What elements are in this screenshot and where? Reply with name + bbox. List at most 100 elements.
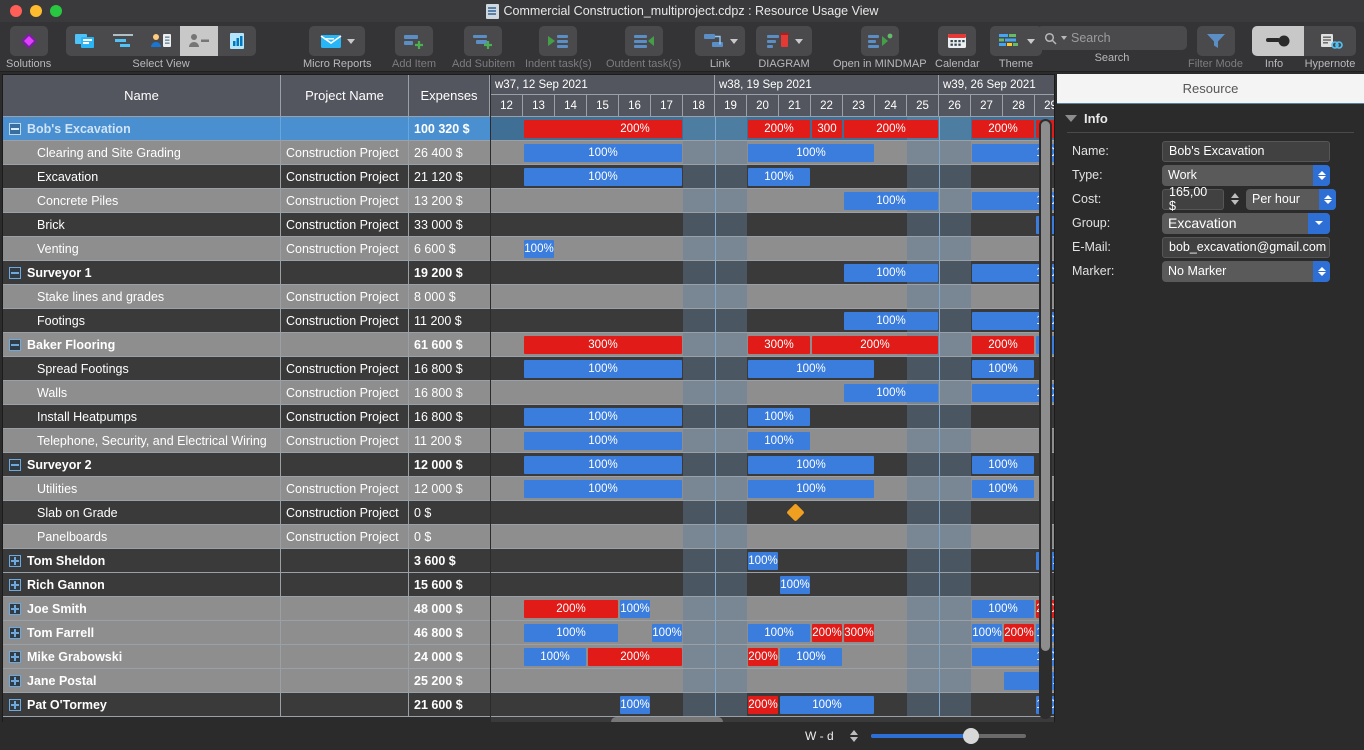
allocation-bar[interactable]: 100% xyxy=(524,624,618,642)
table-row[interactable]: Slab on GradeConstruction Project0 $ xyxy=(3,501,490,525)
table-row[interactable]: Concrete PilesConstruction Project13 200… xyxy=(3,189,490,213)
allocation-bar[interactable]: 100% xyxy=(972,480,1034,498)
indent-tasks-button[interactable] xyxy=(539,26,577,56)
milestone-marker[interactable] xyxy=(786,503,804,521)
expand-icon[interactable] xyxy=(9,603,21,615)
expand-icon[interactable] xyxy=(9,651,21,663)
type-select[interactable]: Work xyxy=(1162,165,1330,186)
timeline-row[interactable]: 100%100% xyxy=(491,549,1054,573)
timeline-row[interactable]: 100% xyxy=(491,237,1054,261)
allocation-bar[interactable]: 100% xyxy=(844,192,938,210)
search-scope-chevron-icon[interactable] xyxy=(1061,36,1067,40)
window-controls[interactable] xyxy=(0,5,62,17)
view-report-button[interactable] xyxy=(218,26,256,56)
timeline-row[interactable]: 200%100%100%200%100%200% xyxy=(491,597,1054,621)
email-field[interactable]: bob_excavation@gmail.com xyxy=(1162,237,1330,258)
marker-select-stepper-icon[interactable] xyxy=(1313,261,1330,282)
table-row[interactable]: Baker Flooring61 600 $ xyxy=(3,333,490,357)
table-row[interactable]: WallsConstruction Project16 800 $ xyxy=(3,381,490,405)
disclosure-triangle-icon[interactable] xyxy=(1065,115,1077,122)
allocation-bar[interactable]: 200% xyxy=(1004,624,1034,642)
zoom-slider[interactable] xyxy=(871,734,1026,738)
timeline-row[interactable]: 100%200%200%100%100% xyxy=(491,645,1054,669)
timeline-row[interactable]: 100% xyxy=(491,213,1054,237)
timeline-row[interactable]: 100%100% xyxy=(491,381,1054,405)
timeline-row[interactable]: 100%100% xyxy=(491,429,1054,453)
timeline-row[interactable]: 100%100% xyxy=(491,309,1054,333)
inspector-section-info[interactable]: Info xyxy=(1057,104,1364,129)
allocation-bar[interactable]: 100% xyxy=(524,360,682,378)
allocation-bar[interactable]: 100% xyxy=(524,408,682,426)
allocation-bar[interactable]: 100% xyxy=(780,648,842,666)
timeline-row[interactable] xyxy=(491,285,1054,309)
table-row[interactable]: Bob's Excavation100 320 $ xyxy=(3,117,490,141)
allocation-bar[interactable]: 100% xyxy=(524,144,682,162)
table-row[interactable]: Clearing and Site GradingConstruction Pr… xyxy=(3,141,490,165)
timeline-row[interactable] xyxy=(491,525,1054,549)
allocation-bar[interactable]: 100% xyxy=(748,168,810,186)
allocation-bar[interactable]: 100% xyxy=(748,456,874,474)
diagram-button[interactable] xyxy=(756,26,812,56)
cost-stepper-icon[interactable] xyxy=(1228,189,1241,210)
table-row[interactable]: Stake lines and gradesConstruction Proje… xyxy=(3,285,490,309)
allocation-bar[interactable]: 200% xyxy=(588,648,682,666)
table-row[interactable]: Jane Postal25 200 $ xyxy=(3,669,490,693)
allocation-bar[interactable]: 100% xyxy=(620,600,650,618)
view-overview-button[interactable] xyxy=(66,26,104,56)
allocation-bar[interactable]: 100% xyxy=(972,600,1034,618)
collapse-icon[interactable] xyxy=(9,267,21,279)
minimize-window-button[interactable] xyxy=(30,5,42,17)
view-resource-usage-button[interactable] xyxy=(180,26,218,56)
hypernote-button[interactable] xyxy=(1304,26,1356,56)
allocation-bar[interactable]: 100% xyxy=(844,312,938,330)
allocation-bar[interactable]: 200% xyxy=(972,120,1034,138)
allocation-bar[interactable]: 100% xyxy=(524,456,682,474)
timeline-row[interactable]: 100% xyxy=(491,573,1054,597)
table-row[interactable]: Surveyor 119 200 $ xyxy=(3,261,490,285)
allocation-bar[interactable]: 100% xyxy=(620,696,650,714)
allocation-bar[interactable]: 200% xyxy=(524,600,618,618)
allocation-bar[interactable]: 200% xyxy=(588,120,682,138)
open-in-mindmap-button[interactable] xyxy=(861,26,899,56)
micro-reports-button[interactable] xyxy=(309,26,365,56)
filter-mode-button[interactable] xyxy=(1197,26,1235,56)
table-row[interactable]: Joe Smith48 000 $ xyxy=(3,597,490,621)
allocation-bar[interactable]: 100% xyxy=(844,264,938,282)
table-row[interactable]: UtilitiesConstruction Project12 000 $ xyxy=(3,477,490,501)
add-item-button[interactable] xyxy=(395,26,433,56)
allocation-bar[interactable]: 100% xyxy=(652,624,682,642)
allocation-bar[interactable]: 100% xyxy=(524,168,682,186)
table-row[interactable]: Spread FootingsConstruction Project16 80… xyxy=(3,357,490,381)
timeline-row[interactable]: 100%100%100% xyxy=(491,453,1054,477)
view-gantt-button[interactable] xyxy=(104,26,142,56)
table-row[interactable]: Tom Farrell46 800 $ xyxy=(3,621,490,645)
allocation-bar[interactable]: 100% xyxy=(748,408,810,426)
table-row[interactable]: FootingsConstruction Project11 200 $ xyxy=(3,309,490,333)
allocation-bar[interactable]: 100% xyxy=(524,432,682,450)
solutions-button[interactable] xyxy=(10,26,48,56)
collapse-icon[interactable] xyxy=(9,459,21,471)
column-header-name[interactable]: Name xyxy=(3,75,281,117)
column-header-expenses[interactable]: Expenses xyxy=(409,75,490,117)
timeline-row[interactable]: 100%100%100% xyxy=(491,477,1054,501)
search-input[interactable]: Search xyxy=(1037,26,1187,50)
table-row[interactable]: PanelboardsConstruction Project0 $ xyxy=(3,525,490,549)
timeline-row[interactable]: 100%100%100% xyxy=(491,357,1054,381)
table-row[interactable]: ExcavationConstruction Project21 120 $ xyxy=(3,165,490,189)
timeline-row[interactable]: 100%100% xyxy=(491,261,1054,285)
allocation-bar[interactable]: 300% xyxy=(524,336,682,354)
expand-icon[interactable] xyxy=(9,627,21,639)
allocation-bar[interactable]: 100% xyxy=(844,384,938,402)
allocation-bar[interactable]: 100% xyxy=(780,696,874,714)
table-row[interactable]: VentingConstruction Project6 600 $ xyxy=(3,237,490,261)
maximize-window-button[interactable] xyxy=(50,5,62,17)
group-select-chevron-down-icon[interactable] xyxy=(1308,213,1330,234)
vertical-scrollbar-thumb[interactable] xyxy=(1041,121,1050,651)
timeline-row[interactable]: 100%200%100%100% xyxy=(491,693,1054,717)
table-row[interactable]: BrickConstruction Project33 000 $ xyxy=(3,213,490,237)
allocation-bar[interactable]: 100% xyxy=(972,624,1002,642)
table-row[interactable]: Pat O'Tormey21 600 $ xyxy=(3,693,490,717)
allocation-bar[interactable]: 200% xyxy=(972,336,1034,354)
cost-unit-select[interactable]: Per hour xyxy=(1246,189,1336,210)
vertical-scrollbar[interactable] xyxy=(1039,119,1052,719)
